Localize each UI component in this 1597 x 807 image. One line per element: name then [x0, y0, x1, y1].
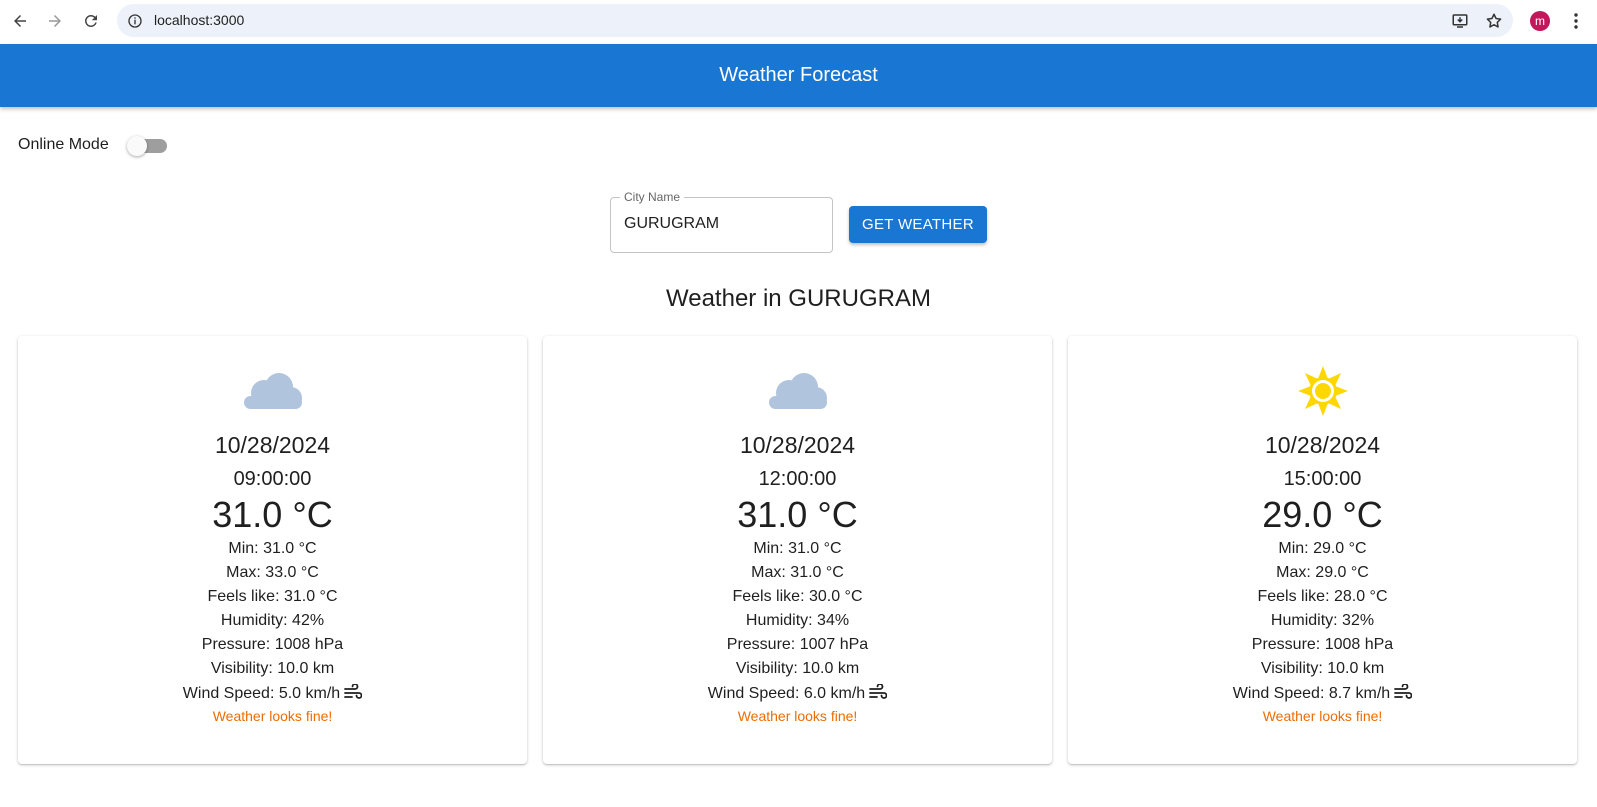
app-bar: Weather Forecast	[0, 44, 1597, 107]
cloud-icon	[244, 373, 302, 409]
forecast-card: 10/28/2024 12:00:00 31.0 °C Min: 31.0 °C…	[543, 336, 1052, 764]
forecast-time: 15:00:00	[1283, 468, 1362, 490]
forecast-feels-like: Feels like: 30.0 °C	[732, 588, 863, 605]
bookmark-star-icon[interactable]	[1483, 10, 1505, 32]
forecast-pressure: Pressure: 1008 hPa	[201, 636, 344, 653]
cloud-icon	[769, 373, 827, 409]
forecast-min: Min: 29.0 °C	[1278, 540, 1367, 557]
forecast-temperature: 31.0 °C	[737, 494, 858, 535]
forecast-humidity: Humidity: 42%	[220, 612, 325, 629]
forecast-visibility: Visibility: 10.0 km	[735, 660, 860, 677]
forecast-wind-row: Wind Speed: 8.7 km/h	[1068, 684, 1577, 703]
forward-arrow-icon[interactable]	[37, 3, 73, 39]
city-name-field[interactable]: City Name	[610, 190, 833, 253]
url-text[interactable]: localhost:3000	[154, 12, 244, 28]
forecast-note: Weather looks fine!	[1262, 708, 1383, 724]
forecast-min: Min: 31.0 °C	[228, 540, 317, 557]
sun-icon	[1298, 366, 1348, 416]
forecast-card: 10/28/2024 09:00:00 31.0 °C Min: 31.0 °C…	[18, 336, 527, 764]
forecast-feels-like: Feels like: 28.0 °C	[1257, 588, 1388, 605]
get-weather-button[interactable]: GET WEATHER	[849, 206, 987, 243]
forecast-min: Min: 31.0 °C	[753, 540, 842, 557]
forecast-time: 09:00:00	[233, 468, 312, 490]
forecast-max: Max: 29.0 °C	[1276, 564, 1369, 581]
forecast-wind: Wind Speed: 8.7 km/h	[1232, 685, 1391, 702]
forecast-date: 10/28/2024	[1264, 432, 1381, 458]
forecast-date: 10/28/2024	[739, 432, 856, 458]
forecast-feels-like: Feels like: 31.0 °C	[207, 588, 338, 605]
forecast-temperature: 31.0 °C	[212, 494, 333, 535]
forecast-max: Max: 33.0 °C	[226, 564, 319, 581]
forecast-humidity: Humidity: 34%	[745, 612, 850, 629]
kebab-menu-icon[interactable]	[1568, 9, 1584, 33]
back-arrow-icon[interactable]	[2, 3, 38, 39]
forecast-note: Weather looks fine!	[737, 708, 858, 724]
wind-icon	[344, 684, 363, 699]
online-mode-label: Online Mode	[18, 136, 109, 153]
site-info-icon[interactable]	[125, 11, 145, 31]
forecast-wind-row: Wind Speed: 6.0 km/h	[543, 684, 1052, 703]
browser-toolbar: localhost:3000 m	[0, 0, 1597, 44]
forecast-card: 10/28/2024 15:00:00 29.0 °C Min: 29.0 °C…	[1068, 336, 1577, 764]
switch-thumb[interactable]	[127, 136, 147, 156]
install-app-icon[interactable]	[1449, 10, 1471, 32]
forecast-visibility: Visibility: 10.0 km	[210, 660, 335, 677]
forecast-pressure: Pressure: 1008 hPa	[1251, 636, 1394, 653]
forecast-humidity: Humidity: 32%	[1270, 612, 1375, 629]
forecast-wind: Wind Speed: 5.0 km/h	[182, 685, 341, 702]
forecast-date: 10/28/2024	[214, 432, 331, 458]
forecast-note: Weather looks fine!	[212, 708, 333, 724]
forecast-time: 12:00:00	[758, 468, 837, 490]
wind-icon	[869, 684, 888, 699]
forecast-wind-row: Wind Speed: 5.0 km/h	[18, 684, 527, 703]
address-bar[interactable]: localhost:3000	[117, 4, 1513, 37]
reload-icon[interactable]	[73, 3, 109, 39]
wind-icon	[1394, 684, 1413, 699]
forecast-pressure: Pressure: 1007 hPa	[726, 636, 869, 653]
forecast-temperature: 29.0 °C	[1262, 494, 1383, 535]
app-title: Weather Forecast	[719, 64, 878, 86]
city-name-label: City Name	[620, 190, 685, 204]
forecast-max: Max: 31.0 °C	[751, 564, 844, 581]
profile-avatar[interactable]: m	[1530, 11, 1550, 31]
online-mode-switch[interactable]	[127, 136, 167, 156]
forecast-wind: Wind Speed: 6.0 km/h	[707, 685, 866, 702]
forecast-visibility: Visibility: 10.0 km	[1260, 660, 1385, 677]
weather-heading: Weather in GURUGRAM	[666, 285, 931, 312]
city-name-input[interactable]	[624, 215, 819, 233]
